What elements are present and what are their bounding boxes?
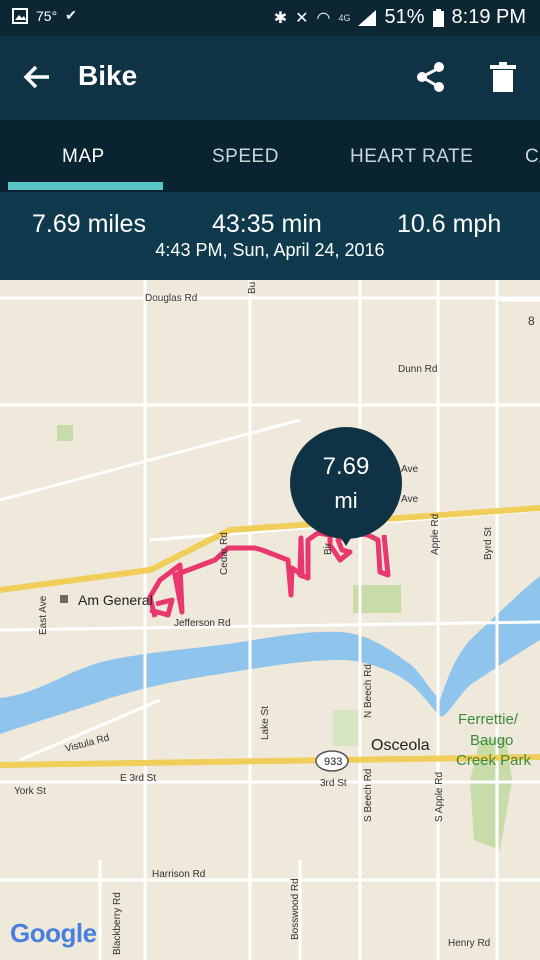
road-label: Bir [323,542,334,555]
app-bar: Bike [0,36,540,120]
temperature: 75° [36,7,58,24]
back-arrow-icon[interactable] [22,62,52,92]
activity-datetime: 4:43 PM, Sun, April 24, 2016 [155,240,385,260]
road-label: 8 [528,314,535,328]
gallery-icon [12,7,28,24]
road-label: Apple Rd [430,514,441,555]
distance-value: 7.69 miles [32,210,146,238]
park-area [333,710,359,746]
map-background [0,280,540,960]
check-icon: ✔ [65,7,77,23]
network-type: 4G [338,12,351,23]
tab-speed[interactable]: SPEED [212,146,279,168]
wifi-icon: ◠ [316,9,331,27]
road-label: York St [14,786,46,797]
bluetooth-icon: ✱ [273,9,288,27]
share-icon[interactable] [414,60,448,94]
page-title: Bike [78,60,138,91]
marker-pointer [336,530,356,546]
road-label: Bosswood Rd [290,878,301,940]
duration-value: 43:35 min [212,210,322,238]
park-area [57,425,73,441]
mute-icon: ✕ [295,9,309,27]
road-label: 3rd St [320,778,347,789]
place-marker-icon [60,595,68,603]
route-number: 933 [324,756,342,768]
park-label: Ferrettie/ [458,711,519,728]
road-label: Henry Rd [448,938,490,949]
marker-unit: mi [334,488,358,513]
battery-icon [432,8,444,27]
route-map[interactable]: Douglas Rd Dunn Rd Cedar Rd Ave Ave Appl… [0,280,540,960]
trash-icon[interactable] [490,62,516,92]
distance-marker[interactable]: 7.69 mi [290,427,402,546]
marker-distance: 7.69 [322,453,370,480]
clock: 8:19 PM [451,6,526,28]
road-label: Harrison Rd [152,869,205,880]
tab-heart-rate[interactable]: HEART RATE [350,146,473,168]
road-label: N Beech Rd [363,664,374,718]
status-left: 75° ✔ [12,7,77,24]
speed-value: 10.6 mph [397,210,502,238]
road-label: Dunn Rd [398,364,437,375]
road-label: Lake St [260,706,271,740]
road-label: Blackberry Rd [112,892,123,955]
place-label: Am General [78,592,153,608]
road-label: Jefferson Rd [174,618,231,629]
tab-calories[interactable]: CA [525,146,540,168]
battery-percent: 51% [384,6,425,28]
active-tab-indicator [8,182,163,190]
road-label: Bu [247,282,258,294]
status-bar: 75° ✔ ✱ ✕ ◠ 4G 51% 8:19 PM [0,0,540,36]
road-label: S Beech Rd [363,769,374,822]
road-label: Cedar Rd [219,532,230,575]
park-label: Baugo [470,732,513,749]
road-label: Ave [401,464,418,475]
road-label: East Ave [38,595,49,635]
road-label: Ave [401,494,418,505]
activity-summary: 7.69 miles 43:35 min 10.6 mph 4:43 PM, S… [0,192,540,280]
park-label: Creek Park [456,752,532,769]
status-right: ✱ ✕ ◠ 4G 51% 8:19 PM [274,6,526,29]
road-label: Douglas Rd [145,293,197,304]
tab-map[interactable]: MAP [62,146,105,168]
google-logo[interactable]: Google [10,918,97,949]
road-label: S Apple Rd [434,772,445,822]
road-label: Byrd St [483,527,494,560]
signal-icon [358,9,377,26]
road-label: E 3rd St [120,773,156,784]
place-label: Osceola [371,737,430,754]
